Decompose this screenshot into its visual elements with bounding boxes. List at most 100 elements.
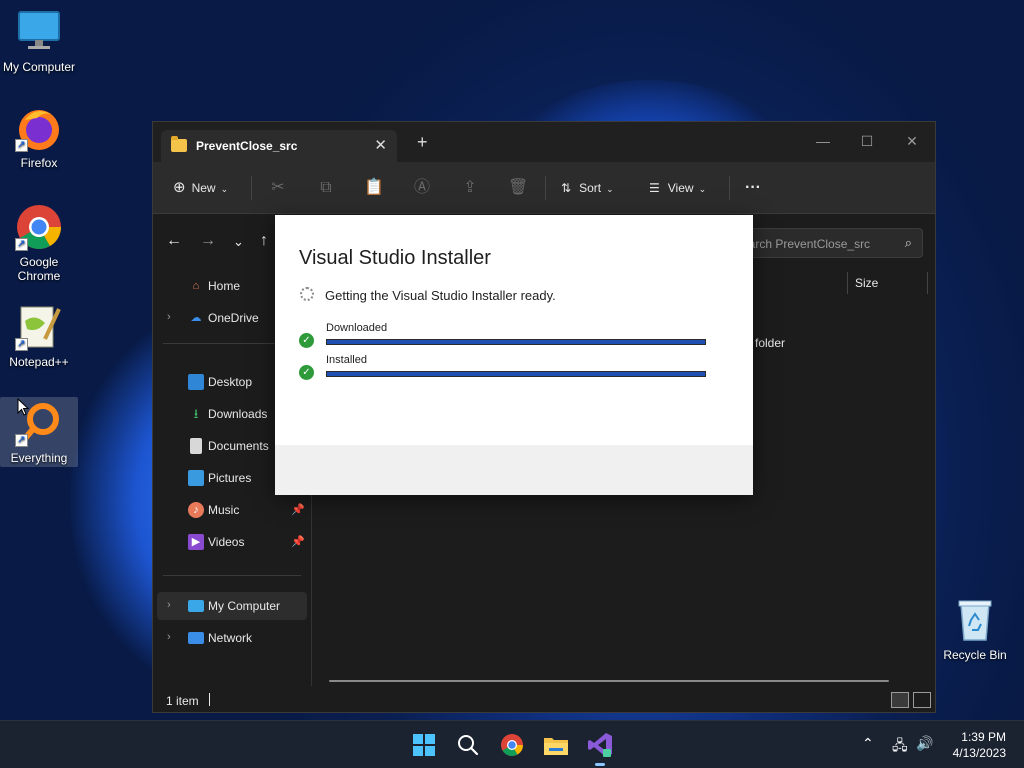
chrome-taskbar-button[interactable] xyxy=(496,729,528,761)
details-view-button[interactable] xyxy=(891,692,909,708)
large-icons-view-button[interactable] xyxy=(913,692,931,708)
sidebar-item-my-computer[interactable]: › My Computer xyxy=(157,592,307,620)
tab-preventclose-src[interactable]: PreventClose_src ✕ xyxy=(161,130,397,162)
pin-icon[interactable]: 📌 xyxy=(291,535,305,548)
sort-icon: ⇅ xyxy=(561,181,572,195)
taskbar: ⌃ 🖧 🔊 1:39 PM 4/13/2023 xyxy=(0,720,1024,768)
desktop-icon-recycle-bin[interactable]: Recycle Bin xyxy=(936,596,1014,662)
desktop-icon-chrome[interactable]: ↗ Google Chrome xyxy=(0,203,78,283)
desktop-icon-firefox[interactable]: ↗ Firefox xyxy=(0,104,78,170)
pictures-icon xyxy=(188,470,204,486)
copy-icon[interactable]: ⧉ xyxy=(316,178,336,198)
progress-bar xyxy=(326,371,706,377)
visual-studio-icon xyxy=(588,733,612,757)
view-button[interactable]: ☰ View ⌄ xyxy=(649,176,706,200)
column-header-size[interactable]: Size xyxy=(855,270,878,296)
desktop-icon-everything[interactable]: ↗ Everything xyxy=(0,397,78,467)
network-status-icon[interactable]: 🖧 xyxy=(892,735,908,759)
sort-button[interactable]: ⇅ Sort ⌄ xyxy=(561,176,614,200)
chevron-right-icon[interactable]: › xyxy=(167,599,171,611)
column-divider[interactable] xyxy=(847,272,848,294)
sidebar-item-label: Downloads xyxy=(208,407,268,421)
recent-chevron-icon[interactable]: ⌄ xyxy=(233,234,244,250)
close-tab-icon[interactable]: ✕ xyxy=(374,136,387,154)
firefox-icon: ↗ xyxy=(15,104,63,152)
step-downloaded: ✓ Downloaded xyxy=(299,322,719,350)
search-taskbar-button[interactable] xyxy=(452,729,484,761)
chevron-right-icon[interactable]: › xyxy=(167,311,171,323)
windows-logo-icon xyxy=(413,734,435,756)
sidebar-item-music[interactable]: ♪ Music 📌 xyxy=(157,496,307,524)
show-hidden-icons-chevron[interactable]: ⌃ xyxy=(862,735,874,752)
check-circle-icon: ✓ xyxy=(299,365,314,380)
monitor-icon xyxy=(15,8,63,56)
pin-icon[interactable]: 📌 xyxy=(291,503,305,516)
network-icon xyxy=(188,632,204,644)
file-type-cell: folder xyxy=(755,336,786,350)
step-installed: ✓ Installed xyxy=(299,354,719,382)
dialog-title: Visual Studio Installer xyxy=(299,247,491,269)
tab-title: PreventClose_src xyxy=(196,139,298,153)
maximize-button[interactable]: ☐ xyxy=(845,128,889,154)
sidebar-item-label: OneDrive xyxy=(208,311,259,325)
volume-icon[interactable]: 🔊 xyxy=(916,735,933,752)
shortcut-arrow-icon: ↗ xyxy=(15,238,28,251)
loading-spinner-icon xyxy=(300,287,314,301)
new-tab-button[interactable]: + xyxy=(417,132,428,153)
shortcut-arrow-icon: ↗ xyxy=(15,139,28,152)
document-icon xyxy=(190,438,202,454)
paste-icon[interactable]: 📋 xyxy=(364,178,384,198)
chevron-down-icon: ⌄ xyxy=(220,184,229,194)
new-button[interactable]: ⊕ New ⌄ xyxy=(173,176,228,200)
file-explorer-taskbar-button[interactable] xyxy=(540,729,572,761)
vs-installer-taskbar-button[interactable] xyxy=(584,729,616,766)
folder-icon xyxy=(544,738,568,755)
desktop-icon-notepadpp[interactable]: ↗ Notepad++ xyxy=(0,303,78,369)
sidebar-separator xyxy=(163,575,301,576)
desktop-icon-label: Notepad++ xyxy=(9,355,69,369)
sidebar-item-label: My Computer xyxy=(208,599,281,613)
back-arrow-icon[interactable]: ← xyxy=(166,232,182,250)
chevron-right-icon[interactable]: › xyxy=(167,631,171,643)
item-count: 1 item xyxy=(166,694,199,708)
command-bar: ⊕ New ⌄ ✂ ⧉ 📋 Ⓐ ⇪ 🗑 ⇅ Sort ⌄ ☰ View ⌄ ··· xyxy=(153,162,935,214)
system-clock[interactable]: 1:39 PM 4/13/2023 xyxy=(953,729,1006,761)
computer-icon xyxy=(188,600,204,612)
forward-arrow-icon[interactable]: → xyxy=(200,232,216,250)
desktop-icon-my-computer[interactable]: My Computer xyxy=(0,8,78,74)
rename-icon[interactable]: Ⓐ xyxy=(412,178,432,198)
search-box[interactable]: Search PreventClose_src ⌕ xyxy=(723,228,923,258)
progress-fill xyxy=(327,372,705,376)
recycle-bin-icon xyxy=(951,596,999,644)
up-arrow-icon[interactable]: ↑ xyxy=(260,232,268,250)
progress-bar xyxy=(326,339,706,345)
sidebar-item-videos[interactable]: ▶ Videos 📌 xyxy=(157,528,307,556)
installer-status: Getting the Visual Studio Installer read… xyxy=(325,288,556,303)
delete-icon[interactable]: 🗑 xyxy=(508,178,528,198)
cut-icon[interactable]: ✂ xyxy=(268,178,288,198)
chrome-icon: ↗ xyxy=(15,203,63,251)
share-icon[interactable]: ⇪ xyxy=(460,178,480,198)
close-window-button[interactable]: ✕ xyxy=(890,128,934,154)
mouse-cursor-icon xyxy=(17,398,29,416)
horizontal-scrollbar[interactable] xyxy=(329,680,889,682)
check-circle-icon: ✓ xyxy=(299,333,314,348)
search-placeholder: Search PreventClose_src xyxy=(734,237,871,251)
clock-time: 1:39 PM xyxy=(961,730,1006,744)
status-bar: 1 item xyxy=(153,688,935,712)
shortcut-arrow-icon: ↗ xyxy=(15,434,28,447)
folder-icon xyxy=(171,136,187,152)
chevron-down-icon: ⌄ xyxy=(606,184,614,194)
toolbar-separator xyxy=(545,176,546,200)
music-icon: ♪ xyxy=(188,502,204,518)
sidebar-item-network[interactable]: › Network xyxy=(157,624,307,652)
sidebar-item-label: Music xyxy=(208,503,240,517)
column-divider[interactable] xyxy=(927,272,928,294)
step-label: Downloaded xyxy=(326,322,388,334)
more-options-button[interactable]: ··· xyxy=(745,176,761,200)
view-list-icon: ☰ xyxy=(649,181,660,195)
new-label: New xyxy=(191,181,216,195)
start-button[interactable] xyxy=(408,729,440,761)
minimize-button[interactable]: — xyxy=(801,128,845,154)
sidebar-item-label: Network xyxy=(208,631,253,645)
